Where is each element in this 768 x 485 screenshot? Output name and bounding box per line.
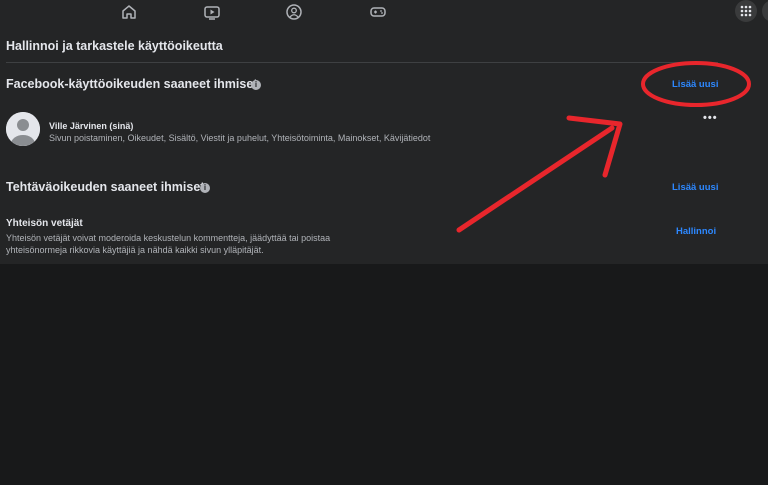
annotation-circle bbox=[641, 61, 751, 107]
annotation-overlay bbox=[456, 61, 751, 233]
annotation-arrow-shaft bbox=[456, 125, 615, 233]
